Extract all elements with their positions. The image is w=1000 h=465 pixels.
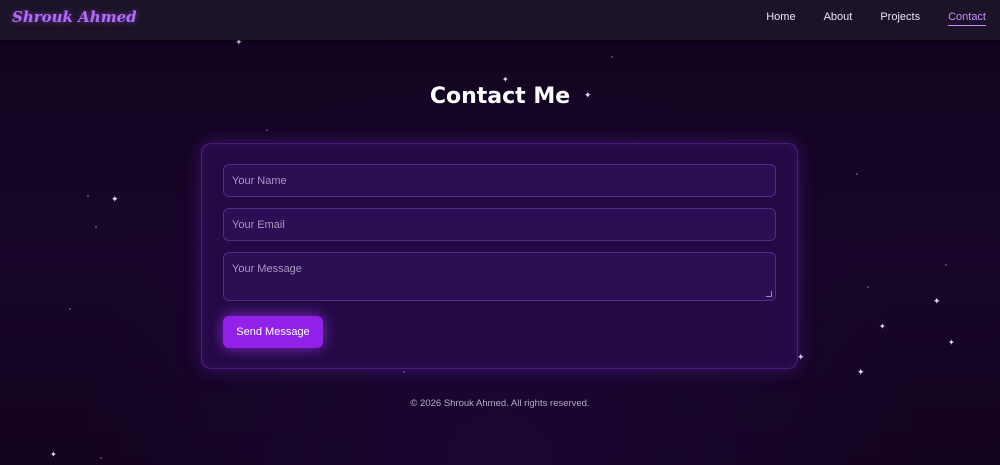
sparkle-icon: ✦ (797, 353, 805, 363)
star-dot (95, 226, 97, 228)
star-dot (266, 129, 268, 131)
name-input[interactable] (223, 164, 776, 197)
sparkle-icon: ✦ (879, 322, 886, 331)
sparkle-icon: ✦ (502, 75, 509, 84)
star-dot (945, 264, 947, 266)
nav-link-home[interactable]: Home (766, 11, 795, 23)
send-message-button[interactable]: Send Message (223, 316, 323, 348)
resize-grip-icon[interactable] (766, 291, 772, 297)
message-field-wrapper (223, 252, 776, 301)
star-dot (867, 286, 869, 288)
contact-form: Send Message (201, 143, 798, 369)
navbar: Shrouk Ahmed Home About Projects Contact (0, 0, 1000, 40)
nav-links: Home About Projects Contact (738, 11, 986, 26)
email-input[interactable] (223, 208, 776, 241)
star-dot (87, 195, 89, 197)
footer-copyright: © 2026 Shrouk Ahmed. All rights reserved… (410, 398, 590, 409)
star-dot (611, 56, 613, 58)
sparkle-icon: ✦ (111, 195, 119, 205)
star-dot (856, 173, 858, 175)
sparkle-icon: ✦ (235, 38, 243, 48)
brand-logo[interactable]: Shrouk Ahmed (12, 8, 137, 26)
sparkle-icon: ✦ (50, 450, 57, 459)
page-title: Contact Me (429, 84, 571, 109)
sparkle-icon: ✦ (933, 297, 941, 307)
sparkle-icon: ✦ (857, 368, 865, 378)
star-dot (403, 371, 405, 373)
star-dot (69, 308, 71, 310)
star-dot (100, 457, 102, 459)
nav-link-about[interactable]: About (824, 11, 853, 23)
sparkle-icon: ✦ (948, 338, 955, 347)
message-textarea[interactable] (223, 252, 776, 301)
nav-link-projects[interactable]: Projects (880, 11, 920, 23)
nav-link-contact[interactable]: Contact (948, 11, 986, 26)
